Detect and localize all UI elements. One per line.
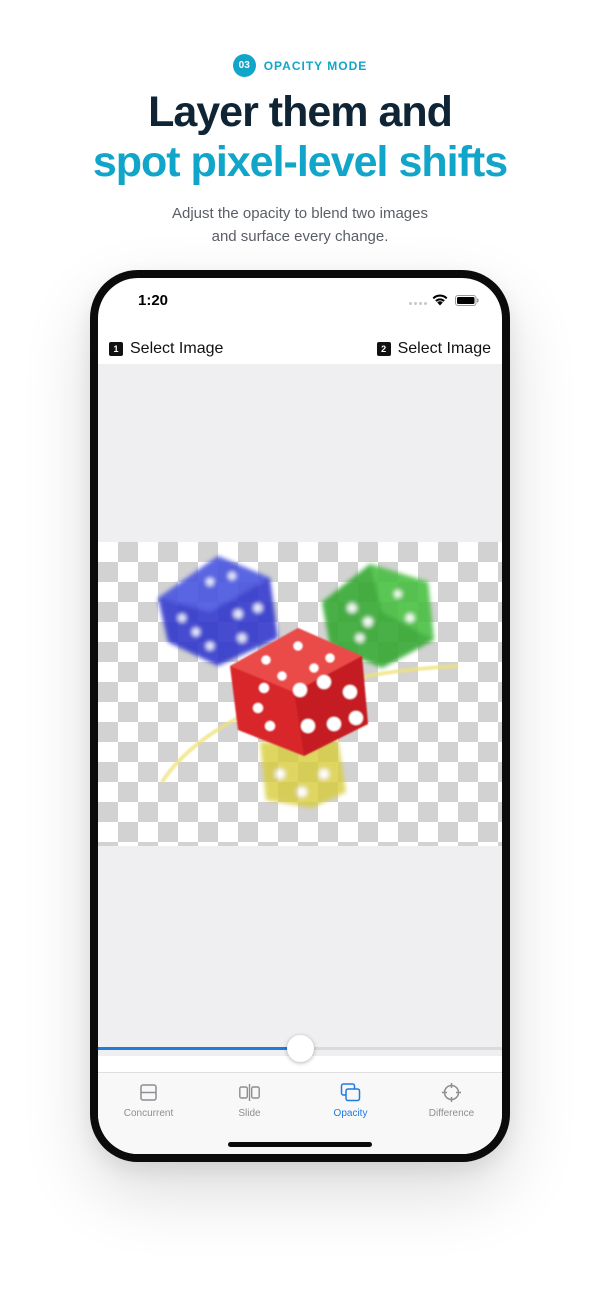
tab-concurrent[interactable]: Concurrent [98,1073,199,1133]
status-time: 1:20 [138,292,169,309]
headline-line-2: spot pixel-level shifts [92,138,508,186]
mode-indicator: 03 OPACITY MODE [0,54,600,77]
slider-thumb[interactable] [287,1035,314,1062]
phone-screen: 1:20 1 Select Image 2 Select Image Concu… [98,278,502,1154]
tab-difference-label: Difference [428,1108,475,1119]
tab-difference[interactable]: Difference [401,1073,502,1133]
mode-label: OPACITY MODE [263,58,368,73]
image-1-number-badge: 1 [109,342,123,356]
select-image-1-button[interactable]: 1 Select Image [109,340,223,358]
home-indicator [228,1142,372,1147]
image-2-number-badge: 2 [376,342,391,356]
select-image-2-label: Select Image [397,340,491,357]
tab-slide[interactable]: Slide [199,1073,300,1133]
comparison-canvas[interactable] [98,364,502,1056]
slider-fill [98,1047,300,1050]
select-image-2-button[interactable]: 2 Select Image [376,340,491,358]
subtitle-line-1: Adjust the opacity to blend two images [172,205,428,222]
blended-dice-image [158,556,459,808]
headline-line-1: Layer them and [148,88,453,136]
select-image-1-label: Select Image [130,340,224,357]
difference-icon [442,1083,461,1102]
subtitle: Adjust the opacity to blend two images a… [0,202,600,248]
subtitle-line-2: and surface every change. [211,228,389,245]
opacity-slider[interactable] [98,1034,502,1064]
opacity-icon [340,1083,361,1102]
battery-icon [455,295,479,306]
slide-icon [239,1084,260,1101]
step-number-badge: 03 [232,54,256,77]
wifi-icon [432,294,448,306]
image-select-row: 1 Select Image 2 Select Image [98,330,502,366]
cellular-signal-icon [409,302,427,305]
phone-frame: 1:20 1 Select Image 2 Select Image Concu… [90,270,510,1162]
tab-concurrent-label: Concurrent [123,1108,174,1119]
status-bar: 1:20 [98,278,502,328]
concurrent-icon [140,1084,157,1101]
tab-opacity-label: Opacity [333,1108,368,1119]
tab-opacity[interactable]: Opacity [300,1073,401,1133]
tab-slide-label: Slide [238,1108,261,1119]
